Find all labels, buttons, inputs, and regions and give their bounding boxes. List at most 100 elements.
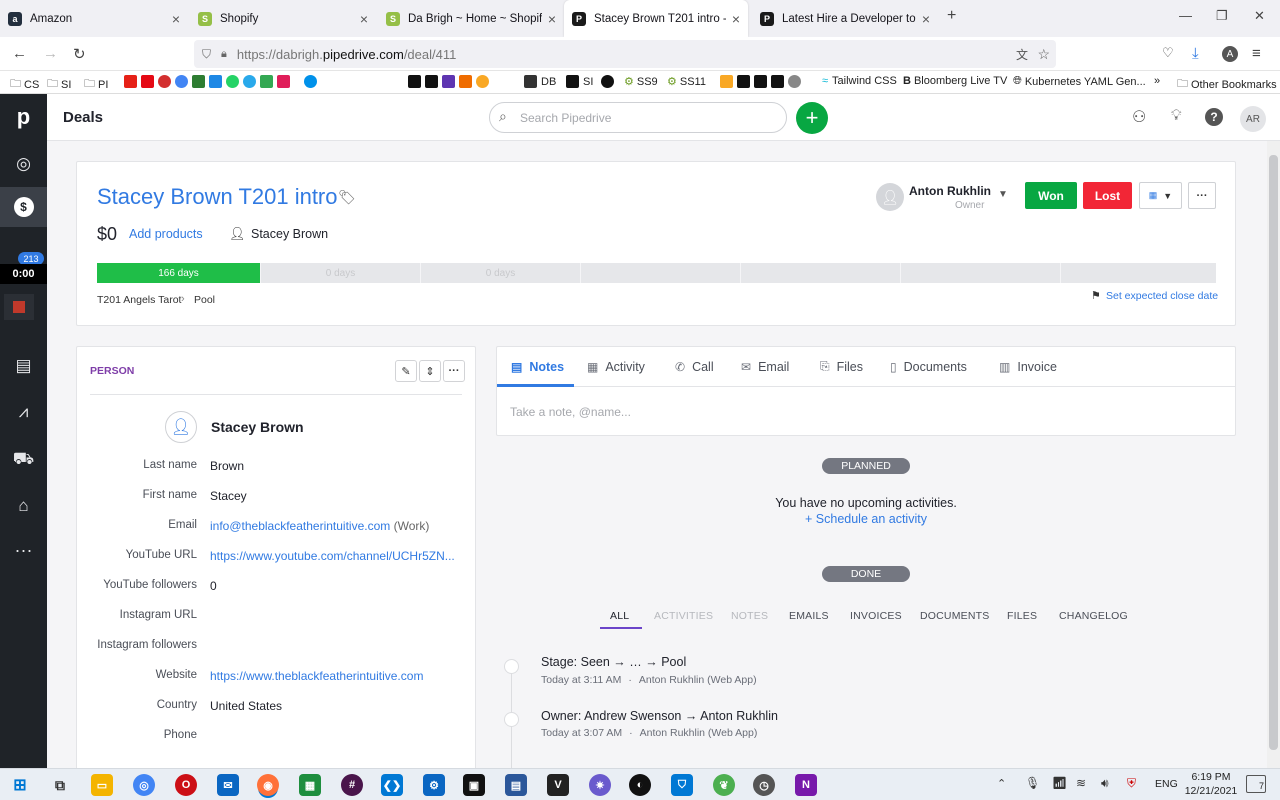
pipeline-name[interactable]: T201 Angels Tarot bbox=[97, 294, 181, 306]
filter-emails[interactable]: EMAILS bbox=[789, 610, 829, 622]
vscode-icon[interactable]: ❮❯ bbox=[381, 774, 403, 796]
menu-icon[interactable]: ≡ bbox=[1252, 45, 1261, 62]
tag-icon[interactable]: 🏷︎ bbox=[338, 189, 356, 206]
language-indicator[interactable]: ENG bbox=[1155, 778, 1178, 790]
stage-segment[interactable]: 0 days bbox=[260, 263, 420, 283]
close-icon[interactable]: × bbox=[360, 11, 368, 27]
close-icon[interactable]: × bbox=[548, 11, 556, 27]
filter-changelog[interactable]: CHANGELOG bbox=[1059, 610, 1128, 622]
deal-person[interactable]: Stacey Brown bbox=[251, 227, 328, 241]
steam-icon[interactable]: ◐ bbox=[629, 774, 651, 796]
browser-tab-dabrigh[interactable]: S Da Brigh ~ Home ~ Shopify × bbox=[378, 0, 564, 37]
terminal-icon[interactable]: ▣ bbox=[463, 774, 485, 796]
filter-files[interactable]: FILES bbox=[1007, 610, 1037, 622]
stage-segment[interactable]: 0 days bbox=[420, 263, 580, 283]
deal-title[interactable]: Stacey Brown T201 intro bbox=[97, 184, 338, 210]
bookmark-tailwind[interactable]: ≈ Tailwind CSS bbox=[822, 75, 897, 87]
bookmark-pi[interactable]: 🗀 PI bbox=[84, 75, 108, 94]
tab-email[interactable]: ✉ Email bbox=[741, 347, 789, 386]
scrollbar[interactable] bbox=[1267, 141, 1280, 768]
products-icon[interactable]: ⛟ bbox=[0, 449, 47, 471]
tab-notes[interactable]: ▤ Notes bbox=[511, 347, 564, 386]
notification-center-icon[interactable]: 7 bbox=[1246, 775, 1266, 793]
tab-documents[interactable]: ▯ Documents bbox=[890, 347, 967, 386]
network-icon[interactable]: 📶︎ bbox=[1052, 776, 1067, 790]
bookmark-icon-dark[interactable] bbox=[601, 75, 618, 88]
field-value[interactable]: United States bbox=[210, 699, 282, 713]
reload-icon[interactable]: ↻ bbox=[73, 45, 86, 63]
insights-icon[interactable]: ⩘ bbox=[0, 402, 47, 422]
youtube-link[interactable]: https://www.youtube.com/channel/UCHr5ZN.… bbox=[210, 549, 455, 563]
view-switch-button[interactable]: ▦ ▼ bbox=[1139, 182, 1182, 209]
outlook-icon[interactable]: ✉ bbox=[217, 774, 239, 796]
onenote-icon[interactable]: N bbox=[795, 774, 817, 796]
bookmarks-overflow-icon[interactable]: » bbox=[1154, 75, 1160, 87]
help-icon[interactable]: ? bbox=[1205, 108, 1223, 126]
bookmark-other[interactable]: 🗀 Other Bookmarks bbox=[1177, 75, 1277, 94]
chrome-icon[interactable]: ◎ bbox=[133, 774, 155, 796]
avatar[interactable]: AR bbox=[1240, 106, 1266, 132]
filter-all[interactable]: ALL bbox=[610, 610, 629, 622]
task-view-icon[interactable]: ⧉ bbox=[49, 774, 71, 796]
lightbulb-icon[interactable]: 💡︎ bbox=[1171, 107, 1182, 124]
note-input[interactable]: Take a note, @name... bbox=[510, 405, 631, 419]
record-icon[interactable] bbox=[4, 294, 34, 320]
leaf-app-icon[interactable]: ❦ bbox=[713, 774, 735, 796]
search-input[interactable]: ⌕ Search Pipedrive bbox=[489, 102, 787, 133]
email-link[interactable]: info@theblackfeatherintuitive.com bbox=[210, 519, 390, 533]
browser-tab-deal[interactable]: PStacey Brown T201 intro - Deals× bbox=[564, 0, 748, 37]
won-button[interactable]: Won bbox=[1025, 182, 1077, 209]
star-icon[interactable]: ☆ bbox=[1037, 46, 1050, 63]
bookmark-icons-group-1[interactable] bbox=[124, 75, 321, 88]
account-icon[interactable]: A bbox=[1222, 46, 1238, 62]
file-explorer-icon[interactable]: ▭ bbox=[91, 774, 113, 796]
lost-button[interactable]: Lost bbox=[1083, 182, 1132, 209]
bookmark-cs[interactable]: 🗀 CS bbox=[10, 75, 39, 94]
clock-app-icon[interactable]: ◷ bbox=[753, 774, 775, 796]
more-actions-button[interactable]: ··· bbox=[1188, 182, 1216, 209]
deals-icon[interactable]: $ bbox=[0, 187, 47, 227]
filter-documents[interactable]: DOCUMENTS bbox=[920, 610, 989, 622]
invite-users-icon[interactable]: ⚇ bbox=[1132, 107, 1146, 127]
person-name[interactable]: Stacey Brown bbox=[211, 419, 304, 435]
browser-tab-amazon[interactable]: a Amazon × bbox=[0, 0, 188, 37]
pocket-icon[interactable]: ♡ bbox=[1162, 45, 1174, 61]
browser-tab-hire[interactable]: PLatest Hire a Developer topics× bbox=[752, 0, 938, 37]
download-icon[interactable]: ⤓ bbox=[1192, 45, 1199, 62]
forward-icon[interactable]: → bbox=[43, 45, 58, 62]
bookmark-ss11[interactable]: ⚙ SS11 bbox=[667, 75, 706, 89]
minimize-button[interactable]: — bbox=[1179, 8, 1192, 23]
field-value[interactable]: Stacey bbox=[210, 489, 247, 503]
tab-invoice[interactable]: ▥ Invoice bbox=[999, 347, 1057, 386]
microphone-icon[interactable]: 🎙︎ bbox=[1025, 776, 1040, 790]
tab-call[interactable]: ✆ Call bbox=[675, 347, 714, 386]
bookmark-ss9[interactable]: ⚙ SS9 bbox=[624, 75, 658, 89]
filter-notes[interactable]: NOTES bbox=[731, 610, 768, 622]
pipedrive-logo[interactable]: p bbox=[0, 104, 47, 130]
stage-segment[interactable] bbox=[900, 263, 1060, 283]
security-icon[interactable]: ⛨ bbox=[1127, 776, 1136, 791]
set-close-date-link[interactable]: Set expected close date bbox=[1106, 290, 1218, 302]
bookmark-icons-group-3[interactable] bbox=[720, 75, 805, 88]
bookmark-bloomberg[interactable]: B Bloomberg Live TV bbox=[903, 75, 1007, 87]
close-icon[interactable]: × bbox=[172, 11, 180, 27]
stage-segment[interactable]: 166 days bbox=[97, 263, 260, 283]
leads-icon[interactable]: ◎ bbox=[0, 154, 47, 174]
window-close-button[interactable]: ✕ bbox=[1254, 8, 1265, 24]
website-link[interactable]: https://www.theblackfeatherintuitive.com bbox=[210, 669, 423, 683]
defender-icon[interactable]: ⛉ bbox=[671, 774, 693, 796]
translate-icon[interactable]: 文 bbox=[1016, 46, 1028, 63]
owner-name[interactable]: Anton Rukhlin bbox=[909, 184, 991, 198]
back-icon[interactable]: ← bbox=[12, 45, 27, 62]
marketplace-icon[interactable]: ⌂ bbox=[0, 496, 47, 516]
add-products-link[interactable]: Add products bbox=[129, 227, 203, 241]
close-icon[interactable]: × bbox=[732, 11, 740, 27]
slack-icon[interactable]: # bbox=[341, 774, 363, 796]
browser-tab-shopify[interactable]: S Shopify × bbox=[190, 0, 376, 37]
windows-start-icon[interactable]: ⊞ bbox=[9, 774, 31, 796]
field-value[interactable]: 0 bbox=[210, 579, 217, 593]
field-value[interactable]: Brown bbox=[210, 459, 244, 473]
quick-add-button[interactable]: + bbox=[796, 102, 828, 134]
more-icon[interactable]: ··· bbox=[443, 360, 465, 382]
clock-time[interactable]: 6:19 PM bbox=[1186, 771, 1236, 783]
